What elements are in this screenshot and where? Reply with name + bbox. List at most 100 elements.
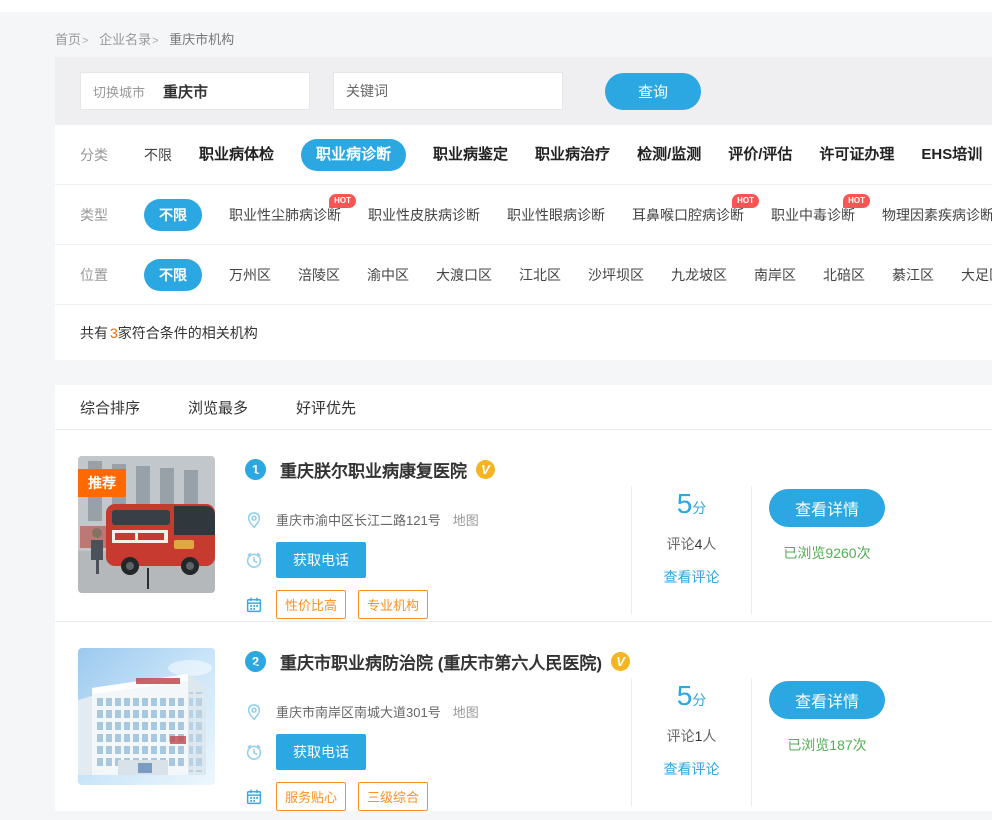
action-column: 查看详情 已浏览187次: [752, 681, 902, 755]
breadcrumb-current: 重庆市机构: [169, 32, 234, 47]
rank-pin-icon: 2: [245, 651, 266, 672]
map-link[interactable]: 地图: [453, 510, 479, 529]
filter-option[interactable]: 物理因素疾病诊断: [882, 205, 992, 225]
feature-tag[interactable]: 三级综合: [358, 782, 428, 811]
rating-column: 5分 评论1人 查看评论: [631, 678, 752, 806]
listing-title[interactable]: 重庆市职业病防治院 (重庆市第六人民医院): [280, 649, 602, 674]
view-details-button[interactable]: 查看详情: [769, 681, 885, 719]
filter-row: 分类不限职业病体检职业病诊断职业病鉴定职业病治疗检测/监测评价/评估许可证办理E…: [55, 125, 992, 185]
feature-tag[interactable]: 性价比高: [276, 590, 346, 619]
filter-option[interactable]: 江北区: [519, 265, 561, 285]
sort-tab-most-viewed[interactable]: 浏览最多: [188, 397, 248, 418]
get-phone-button[interactable]: 获取电话: [276, 542, 366, 578]
comments-count: 评论4人: [667, 534, 717, 554]
page: 首页> 企业名录> 重庆市机构 切换城市 重庆市 关键词 查询 分类不限职业病体…: [0, 12, 992, 820]
listing-title[interactable]: 重庆朕尔职业病康复医院: [280, 457, 467, 482]
breadcrumb-separator: >: [82, 35, 88, 47]
breadcrumb-home[interactable]: 首页: [55, 32, 81, 47]
view-count: 已浏览187次: [787, 735, 866, 755]
location-pin-icon: [245, 511, 263, 529]
filter-option[interactable]: 职业病体检: [199, 145, 274, 165]
view-details-button[interactable]: 查看详情: [769, 489, 885, 527]
filter-option[interactable]: 万州区: [229, 265, 271, 285]
filter-option[interactable]: 职业性皮肤病诊断: [368, 205, 480, 225]
filter-option[interactable]: 九龙坡区: [671, 265, 727, 285]
recommend-badge: 推荐: [78, 469, 126, 497]
filter-card: 分类不限职业病体检职业病诊断职业病鉴定职业病治疗检测/监测评价/评估许可证办理E…: [55, 125, 992, 360]
count-suffix: 家符合条件的相关机构: [118, 323, 258, 343]
listing-item: 推荐 1 重庆朕尔职业病康复医院 V 重庆市渝中区长江二路121号 地图: [55, 430, 992, 621]
count-number: 3: [110, 325, 118, 341]
sort-tab-comprehensive[interactable]: 综合排序: [80, 397, 140, 418]
feature-tag[interactable]: 专业机构: [358, 590, 428, 619]
filter-option[interactable]: 职业性尘肺病诊断HOT: [229, 205, 341, 225]
keyword-input[interactable]: 关键词: [333, 72, 563, 110]
breadcrumb-directory[interactable]: 企业名录: [99, 32, 151, 47]
filter-option[interactable]: 职业病鉴定: [433, 145, 508, 165]
city-value: 重庆市: [163, 81, 208, 102]
comments-count: 评论1人: [667, 726, 717, 746]
filter-option[interactable]: 不限: [144, 259, 202, 291]
listing-address: 重庆市渝中区长江二路121号: [276, 510, 441, 529]
sort-bar: 综合排序 浏览最多 好评优先: [55, 385, 992, 430]
listing-address: 重庆市南岸区南城大道301号: [276, 702, 441, 721]
filter-option[interactable]: 大足区: [961, 265, 992, 285]
filter-option[interactable]: 南岸区: [754, 265, 796, 285]
listing-photo[interactable]: 推荐: [78, 456, 215, 593]
verified-v-icon: V: [611, 652, 630, 671]
filter-row: 位置不限 万州区 涪陵区 渝中区 大渡口区 江北区 沙坪坝区 九龙坡区 南岸区 北碚区 綦江区 大足区…: [55, 245, 992, 305]
rank-pin-icon: 1: [245, 459, 266, 480]
score: 5分: [677, 680, 707, 712]
filter-option[interactable]: 职业性眼病诊断: [507, 205, 605, 225]
search-panel: 切换城市 重庆市 关键词 查询: [55, 57, 992, 125]
map-link[interactable]: 地图: [453, 702, 479, 721]
keyword-placeholder: 关键词: [346, 81, 388, 101]
alarm-clock-icon: [245, 551, 263, 569]
rating-column: 5分 评论4人 查看评论: [631, 486, 752, 614]
action-column: 查看详情 已浏览9260次: [752, 489, 902, 563]
hot-badge: HOT: [843, 194, 870, 208]
filter-option[interactable]: 职业病诊断: [301, 139, 406, 171]
city-switch-label[interactable]: 切换城市: [93, 82, 145, 101]
filter-option[interactable]: 不限: [144, 145, 172, 165]
listing-photo[interactable]: [78, 648, 215, 785]
listing-info: 1 重庆朕尔职业病康复医院 V 重庆市渝中区长江二路121号 地图: [245, 456, 631, 619]
listing-info: 2 重庆市职业病防治院 (重庆市第六人民医院) V 重庆市南岸区南城大道301号…: [245, 648, 631, 811]
filter-option[interactable]: 沙坪坝区: [588, 265, 644, 285]
city-input[interactable]: 切换城市 重庆市: [80, 72, 310, 110]
filter-option[interactable]: EHS培训: [921, 145, 982, 165]
filter-option[interactable]: 北碚区: [823, 265, 865, 285]
sort-tab-best-rated[interactable]: 好评优先: [296, 397, 356, 418]
view-count: 已浏览9260次: [783, 543, 870, 563]
verified-v-icon: V: [476, 460, 495, 479]
filter-option[interactable]: 不限: [144, 199, 202, 231]
get-phone-button[interactable]: 获取电话: [276, 734, 366, 770]
location-pin-icon: [245, 703, 263, 721]
listing-item: 2 重庆市职业病防治院 (重庆市第六人民医院) V 重庆市南岸区南城大道301号…: [55, 621, 992, 811]
filter-option[interactable]: 綦江区: [892, 265, 934, 285]
hot-badge: HOT: [732, 194, 759, 208]
filter-option[interactable]: 耳鼻喉口腔病诊断HOT: [632, 205, 744, 225]
filter-row: 类型不限 职业性尘肺病诊断HOT 职业性皮肤病诊断 职业性眼病诊断 耳鼻喉口腔病诊断HO…: [55, 185, 992, 245]
filter-row-label: 类型: [80, 205, 138, 225]
filter-option[interactable]: 渝中区: [367, 265, 409, 285]
filter-rows: 分类不限职业病体检职业病诊断职业病鉴定职业病治疗检测/监测评价/评估许可证办理E…: [55, 125, 992, 305]
filter-option[interactable]: 检测/监测: [637, 145, 701, 165]
breadcrumb-separator: >: [152, 35, 158, 47]
view-reviews-link[interactable]: 查看评论: [664, 567, 720, 587]
filter-option[interactable]: 许可证办理: [819, 145, 894, 165]
filter-option[interactable]: 评价/评估: [728, 145, 792, 165]
filter-option[interactable]: 大渡口区: [436, 265, 492, 285]
filter-option[interactable]: 职业病治疗: [535, 145, 610, 165]
filter-option[interactable]: 职业中毒诊断HOT: [771, 205, 855, 225]
view-reviews-link[interactable]: 查看评论: [664, 759, 720, 779]
feature-tag[interactable]: 服务贴心: [276, 782, 346, 811]
filter-row-label: 位置: [80, 265, 138, 285]
results-card: 综合排序 浏览最多 好评优先: [55, 385, 992, 811]
calendar-icon: [245, 596, 263, 614]
breadcrumb: 首页> 企业名录> 重庆市机构: [0, 12, 992, 57]
alarm-clock-icon: [245, 743, 263, 761]
search-button[interactable]: 查询: [605, 73, 701, 110]
score: 5分: [677, 488, 707, 520]
filter-option[interactable]: 涪陵区: [298, 265, 340, 285]
